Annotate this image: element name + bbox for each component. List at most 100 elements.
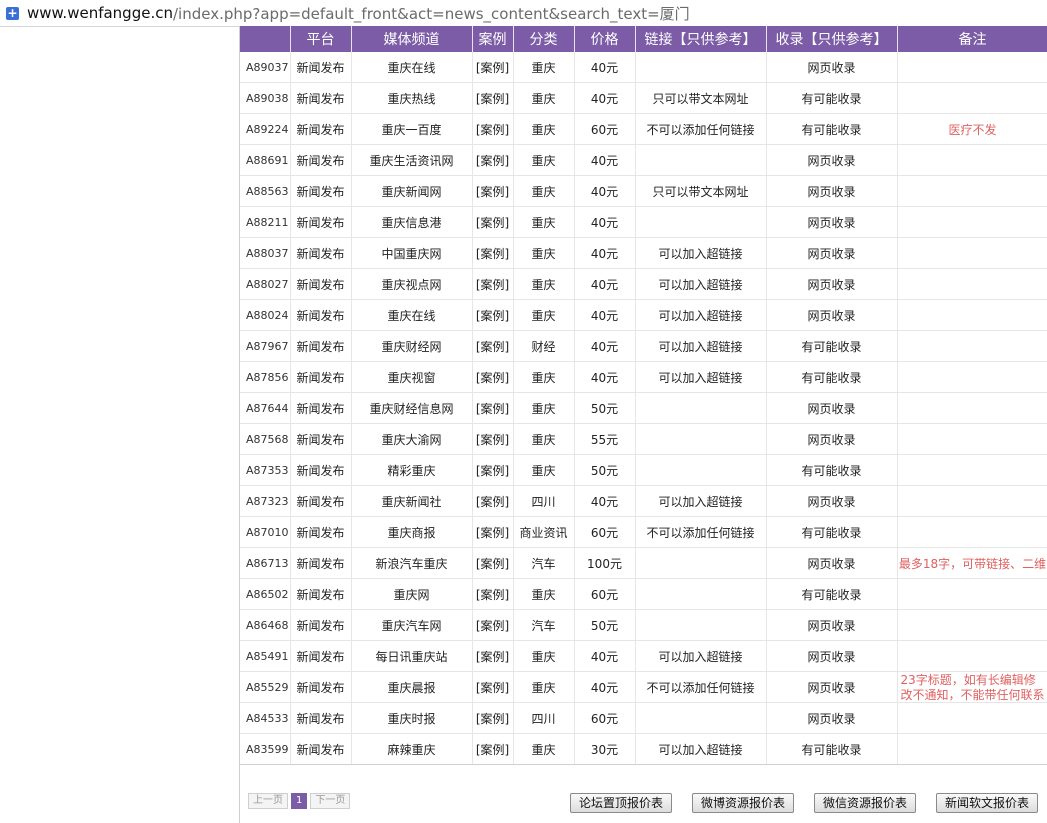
wechat-price-button[interactable]: 微信资源报价表 xyxy=(814,793,917,813)
cell-channel[interactable]: 重庆视窗 xyxy=(351,361,473,393)
next-page-button[interactable]: 下一页 xyxy=(310,793,351,809)
cell-link-note: 不可以添加任何链接 xyxy=(635,671,767,703)
cell-note xyxy=(897,361,1047,393)
cell-case-link[interactable]: [案例] xyxy=(472,361,514,393)
cell-price: 40元 xyxy=(574,82,636,114)
cell-channel[interactable]: 重庆一百度 xyxy=(351,113,473,145)
cell-category: 汽车 xyxy=(513,609,575,641)
cell-note: 23字标题，如有长编辑修改不通知，不能带任何联系方 xyxy=(897,671,1047,703)
cell-channel[interactable]: 重庆在线 xyxy=(351,299,473,331)
news-price-button[interactable]: 新闻软文报价表 xyxy=(936,793,1039,813)
cell-channel[interactable]: 重庆信息港 xyxy=(351,206,473,238)
cell-case-link[interactable]: [案例] xyxy=(472,609,514,641)
cell-platform: 新闻发布 xyxy=(290,113,352,145)
cell-link-note: 可以加入超链接 xyxy=(635,485,767,517)
cell-channel[interactable]: 重庆商报 xyxy=(351,516,473,548)
price-list-panel: 平台 媒体频道 案例 分类 价格 链接【只供参考】 收录【只供参考】 备注 A8… xyxy=(239,26,1047,823)
cell-id: A88037 xyxy=(240,237,291,269)
cell-platform: 新闻发布 xyxy=(290,268,352,300)
cell-link-note xyxy=(635,206,767,238)
cell-index: 网页收录 xyxy=(766,547,898,579)
cell-channel[interactable]: 重庆生活资讯网 xyxy=(351,144,473,176)
table-row: A86468 新闻发布 重庆汽车网 [案例] 汽车 50元 网页收录 xyxy=(240,609,1047,641)
cell-case-link[interactable]: [案例] xyxy=(472,268,514,300)
cell-id: A87967 xyxy=(240,330,291,362)
cell-note xyxy=(897,702,1047,734)
cell-case-link[interactable]: [案例] xyxy=(472,733,514,765)
cell-category: 重庆 xyxy=(513,237,575,269)
cell-channel[interactable]: 重庆视点网 xyxy=(351,268,473,300)
cell-channel[interactable]: 重庆时报 xyxy=(351,702,473,734)
cell-id: A87856 xyxy=(240,361,291,393)
cell-channel[interactable]: 重庆新闻社 xyxy=(351,485,473,517)
cell-category: 重庆 xyxy=(513,454,575,486)
prev-page-button[interactable]: 上一页 xyxy=(248,793,288,809)
cell-id: A86468 xyxy=(240,609,291,641)
cell-case-link[interactable]: [案例] xyxy=(472,330,514,362)
weibo-price-button[interactable]: 微博资源报价表 xyxy=(692,793,795,813)
cell-case-link[interactable]: [案例] xyxy=(472,516,514,548)
cell-case-link[interactable]: [案例] xyxy=(472,52,514,83)
cell-channel[interactable]: 重庆网 xyxy=(351,578,473,610)
cell-case-link[interactable]: [案例] xyxy=(472,423,514,455)
cell-case-link[interactable]: [案例] xyxy=(472,578,514,610)
table-row: A89037 新闻发布 重庆在线 [案例] 重庆 40元 网页收录 xyxy=(240,52,1047,83)
cell-case-link[interactable]: [案例] xyxy=(472,113,514,145)
current-page-button[interactable]: 1 xyxy=(291,793,308,809)
cell-channel[interactable]: 重庆热线 xyxy=(351,82,473,114)
header-channel: 媒体频道 xyxy=(351,26,473,52)
cell-case-link[interactable]: [案例] xyxy=(472,206,514,238)
cell-channel[interactable]: 中国重庆网 xyxy=(351,237,473,269)
cell-platform: 新闻发布 xyxy=(290,547,352,579)
cell-price: 40元 xyxy=(574,671,636,703)
cell-link-note: 可以加入超链接 xyxy=(635,640,767,672)
cell-case-link[interactable]: [案例] xyxy=(472,702,514,734)
cell-note xyxy=(897,299,1047,331)
cell-index: 网页收录 xyxy=(766,175,898,207)
cell-case-link[interactable]: [案例] xyxy=(472,82,514,114)
cell-price: 60元 xyxy=(574,516,636,548)
cell-case-link[interactable]: [案例] xyxy=(472,175,514,207)
cell-case-link[interactable]: [案例] xyxy=(472,640,514,672)
cell-channel[interactable]: 重庆汽车网 xyxy=(351,609,473,641)
forum-price-button[interactable]: 论坛置顶报价表 xyxy=(570,793,673,813)
cell-case-link[interactable]: [案例] xyxy=(472,392,514,424)
cell-platform: 新闻发布 xyxy=(290,640,352,672)
add-tab-icon[interactable]: + xyxy=(6,6,19,20)
cell-price: 40元 xyxy=(574,175,636,207)
cell-platform: 新闻发布 xyxy=(290,237,352,269)
cell-case-link[interactable]: [案例] xyxy=(472,454,514,486)
cell-case-link[interactable]: [案例] xyxy=(472,299,514,331)
cell-note xyxy=(897,609,1047,641)
cell-index: 有可能收录 xyxy=(766,82,898,114)
cell-link-note: 不可以添加任何链接 xyxy=(635,113,767,145)
cell-channel[interactable]: 每日讯重庆站 xyxy=(351,640,473,672)
cell-channel[interactable]: 重庆新闻网 xyxy=(351,175,473,207)
cell-case-link[interactable]: [案例] xyxy=(472,671,514,703)
cell-category: 重庆 xyxy=(513,206,575,238)
cell-case-link[interactable]: [案例] xyxy=(472,144,514,176)
cell-price: 40元 xyxy=(574,52,636,83)
cell-channel[interactable]: 重庆大渝网 xyxy=(351,423,473,455)
cell-channel[interactable]: 新浪汽车重庆 xyxy=(351,547,473,579)
cell-channel[interactable]: 重庆财经信息网 xyxy=(351,392,473,424)
table-row: A86502 新闻发布 重庆网 [案例] 重庆 60元 有可能收录 xyxy=(240,578,1047,610)
cell-platform: 新闻发布 xyxy=(290,454,352,486)
cell-channel[interactable]: 麻辣重庆 xyxy=(351,733,473,765)
cell-channel[interactable]: 重庆在线 xyxy=(351,52,473,83)
cell-platform: 新闻发布 xyxy=(290,330,352,362)
cell-price: 100元 xyxy=(574,547,636,579)
cell-case-link[interactable]: [案例] xyxy=(472,485,514,517)
cell-index: 网页收录 xyxy=(766,144,898,176)
cell-case-link[interactable]: [案例] xyxy=(472,237,514,269)
cell-case-link[interactable]: [案例] xyxy=(472,547,514,579)
cell-note xyxy=(897,640,1047,672)
cell-category: 重庆 xyxy=(513,52,575,83)
cell-link-note: 可以加入超链接 xyxy=(635,299,767,331)
cell-channel[interactable]: 重庆晨报 xyxy=(351,671,473,703)
cell-platform: 新闻发布 xyxy=(290,361,352,393)
cell-category: 重庆 xyxy=(513,671,575,703)
cell-channel[interactable]: 精彩重庆 xyxy=(351,454,473,486)
cell-channel[interactable]: 重庆财经网 xyxy=(351,330,473,362)
address-bar[interactable]: + www.wenfangge.cn/index.php?app=default… xyxy=(0,0,1047,27)
